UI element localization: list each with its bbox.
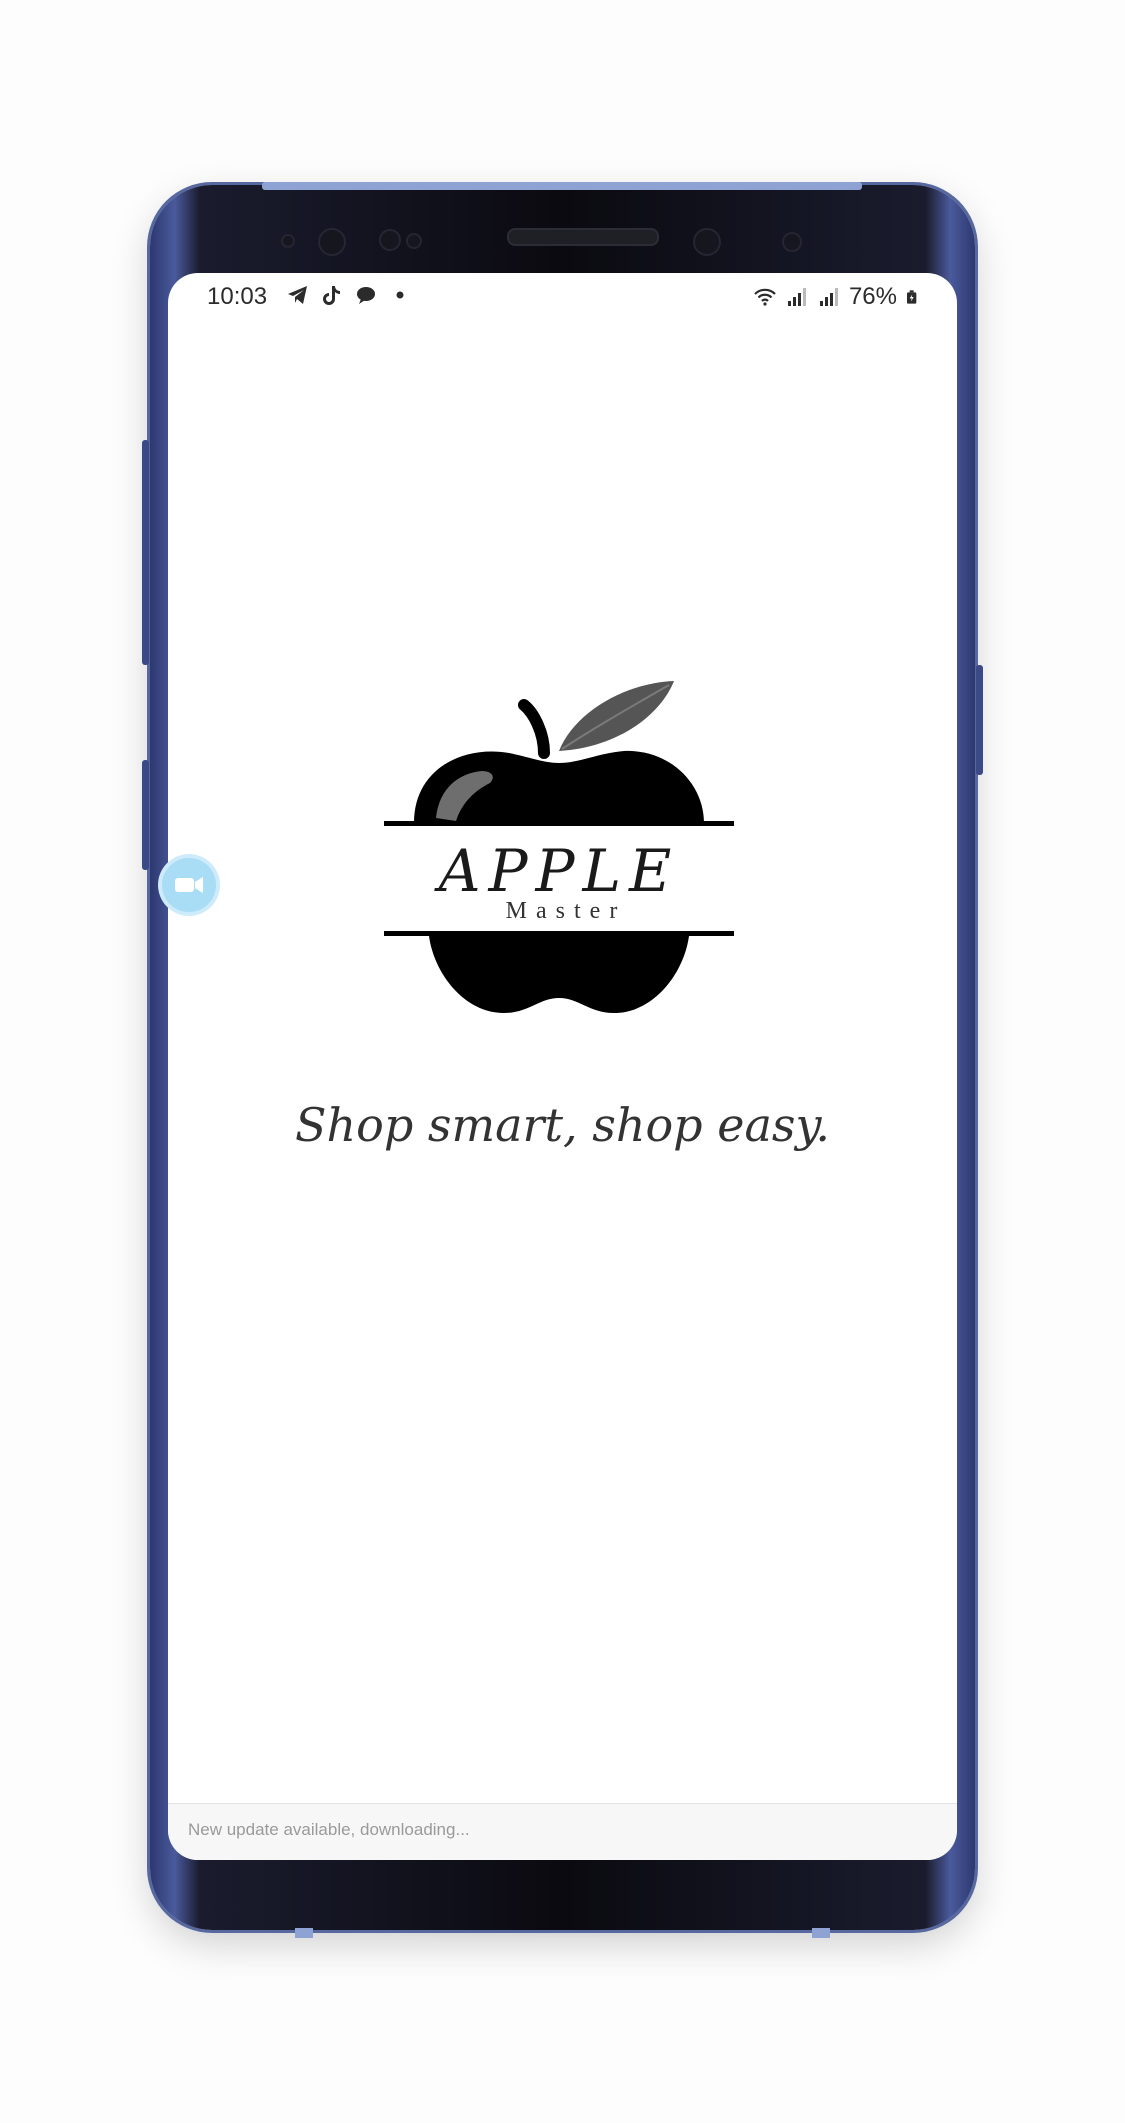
system-icons: 76% xyxy=(753,283,921,311)
phone-rim-top xyxy=(262,182,862,190)
notification-icons xyxy=(286,283,412,307)
bixby-button xyxy=(142,760,149,870)
tagline: Shop smart, shop easy. xyxy=(294,1098,831,1152)
volume-button xyxy=(142,440,149,665)
front-camera xyxy=(693,228,721,256)
lower-divider xyxy=(384,931,734,936)
phone-rim-bottom-left xyxy=(295,1928,313,1938)
logo-subword: Master xyxy=(506,898,627,924)
power-button xyxy=(976,665,983,775)
status-bar: 10:03 76% xyxy=(168,273,957,325)
phone-frame: 10:03 76% APPLE Master Shop smart, shop … xyxy=(142,182,983,1938)
earpiece-speaker xyxy=(507,228,659,246)
chat-bubble-icon xyxy=(357,287,375,304)
wifi-icon xyxy=(754,288,776,306)
iris-camera xyxy=(782,232,802,252)
stage: 10:03 76% APPLE Master Shop smart, shop … xyxy=(0,0,1125,2123)
upper-divider xyxy=(384,821,734,826)
apple-master-logo: APPLE Master xyxy=(384,681,734,1013)
video-record-icon xyxy=(175,877,203,893)
telegram-icon xyxy=(288,286,307,304)
light-sensor-2 xyxy=(406,233,422,249)
dot-icon xyxy=(396,291,404,299)
phone-rim-bottom-right xyxy=(812,1928,830,1938)
apple-bottom-shape xyxy=(429,936,689,1013)
tiktok-icon xyxy=(323,286,340,305)
screen-recorder-button[interactable] xyxy=(162,858,216,912)
light-sensor xyxy=(379,229,401,251)
logo-word: APPLE xyxy=(434,837,680,905)
proximity-sensor xyxy=(281,234,295,248)
status-time: 10:03 xyxy=(207,283,268,310)
screen: 10:03 76% APPLE Master Shop smart, shop … xyxy=(168,273,957,1860)
signal-icon xyxy=(819,288,838,306)
update-banner: New update available, downloading... xyxy=(168,1803,957,1860)
signal-icon xyxy=(787,288,806,306)
update-banner-text: New update available, downloading... xyxy=(188,1820,470,1839)
battery-icon xyxy=(907,290,917,304)
battery-percent: 76% xyxy=(848,283,897,310)
iris-sensor xyxy=(318,228,346,256)
stem-shape xyxy=(518,699,550,759)
